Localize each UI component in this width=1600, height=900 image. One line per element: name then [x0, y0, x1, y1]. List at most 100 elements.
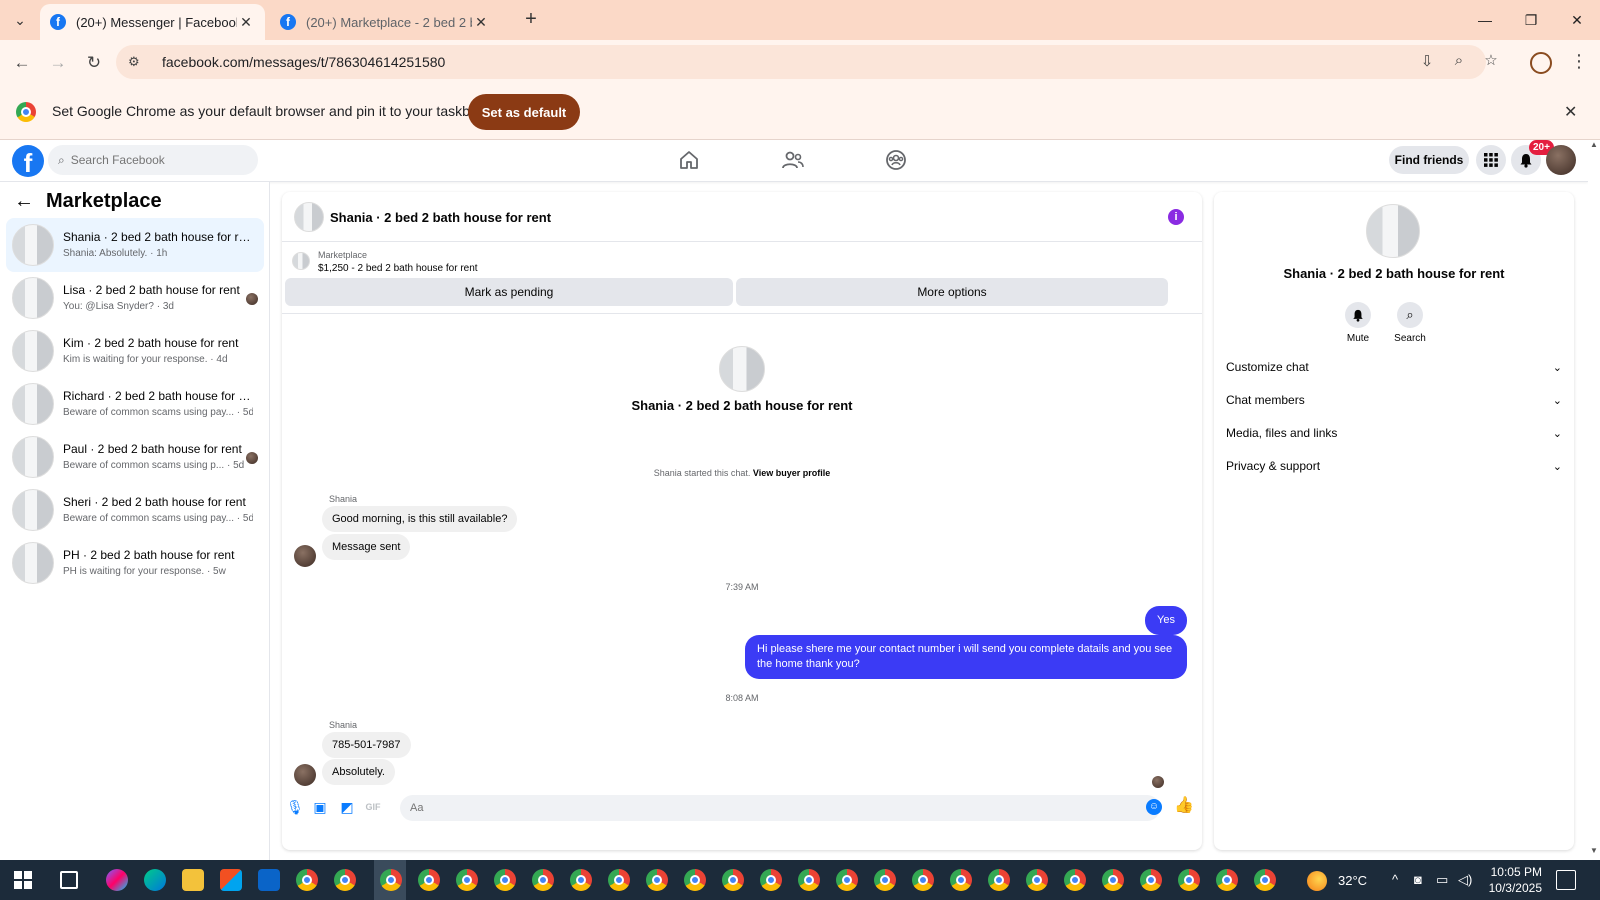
groups-icon[interactable]	[884, 148, 908, 172]
menu-grid-icon[interactable]	[1476, 145, 1506, 175]
sender-avatar[interactable]	[294, 764, 316, 786]
chrome-taskbar-icon[interactable]	[1254, 869, 1276, 891]
conversation-item[interactable]: PH · 2 bed 2 bath house for rent PH is w…	[6, 536, 264, 590]
omnibox[interactable]: ⚙ facebook.com/messages/t/78630461425158…	[116, 45, 1486, 79]
facebook-search-input[interactable]	[70, 153, 241, 167]
close-tab-icon[interactable]: ✕	[472, 14, 490, 31]
scroll-down-icon[interactable]: ▼	[1590, 846, 1598, 855]
menu-kebab-icon[interactable]: ⋮	[1570, 51, 1588, 72]
privacy-support-row[interactable]: Privacy & support ⌄	[1226, 451, 1562, 481]
notification-center-icon[interactable]	[1556, 870, 1576, 890]
conversation-item[interactable]: Kim · 2 bed 2 bath house for rent Kim is…	[6, 324, 264, 378]
forward-icon[interactable]: →	[44, 49, 72, 77]
chat-thumbnail[interactable]	[294, 202, 324, 232]
chrome-taskbar-icon[interactable]	[494, 869, 516, 891]
network-icon[interactable]: ▭	[1436, 872, 1448, 888]
outlook-icon[interactable]	[258, 869, 280, 891]
chrome-taskbar-icon[interactable]	[570, 869, 592, 891]
search-in-chat-button[interactable]: ⌕ Search	[1380, 302, 1440, 344]
chrome-taskbar-icon[interactable]	[722, 869, 744, 891]
microphone-icon[interactable]: 🎙	[286, 798, 304, 816]
chrome-taskbar-icon[interactable]	[912, 869, 934, 891]
facebook-search[interactable]: ⌕	[48, 145, 258, 175]
chrome-taskbar-icon[interactable]	[532, 869, 554, 891]
chrome-taskbar-icon[interactable]	[760, 869, 782, 891]
conversation-item[interactable]: Richard · 2 bed 2 bath house for re... B…	[6, 377, 264, 431]
chrome-taskbar-icon[interactable]	[646, 869, 668, 891]
new-tab-button[interactable]: +	[519, 8, 543, 32]
chrome-taskbar-icon[interactable]	[1140, 869, 1162, 891]
chat-title[interactable]: Shania · 2 bed 2 bath house for rent	[330, 210, 551, 225]
account-avatar[interactable]	[1546, 145, 1576, 175]
chrome-taskbar-icon[interactable]	[950, 869, 972, 891]
thumbs-up-icon[interactable]: 👍	[1174, 796, 1194, 816]
conversation-item[interactable]: Shania · 2 bed 2 bath house for rent Sha…	[6, 218, 264, 272]
chrome-taskbar-icon[interactable]	[1102, 869, 1124, 891]
chrome-taskbar-icon[interactable]	[380, 869, 402, 891]
profile-icon[interactable]	[1530, 52, 1552, 74]
chrome-taskbar-icon[interactable]	[1064, 869, 1086, 891]
chat-members-row[interactable]: Chat members ⌄	[1226, 385, 1562, 415]
chrome-taskbar-icon[interactable]	[988, 869, 1010, 891]
conversation-item[interactable]: Sheri · 2 bed 2 bath house for rent Bewa…	[6, 483, 264, 537]
facebook-logo-icon[interactable]: f	[12, 145, 44, 177]
tab-search-chevron-icon[interactable]: ⌄	[6, 6, 34, 34]
back-icon[interactable]: ←	[8, 49, 36, 77]
show-hidden-icons-chevron-icon[interactable]: ^	[1392, 872, 1398, 887]
conversation-item[interactable]: Paul · 2 bed 2 bath house for rent Bewar…	[6, 430, 264, 484]
customize-chat-row[interactable]: Customize chat ⌄	[1226, 352, 1562, 382]
more-options-button[interactable]: More options	[736, 278, 1168, 306]
install-app-icon[interactable]: ⇩	[1416, 52, 1438, 74]
windows-start-icon[interactable]	[14, 871, 32, 889]
media-files-links-row[interactable]: Media, files and links ⌄	[1226, 418, 1562, 448]
restore-icon[interactable]: ❐	[1508, 0, 1554, 40]
tab-messenger[interactable]: f (20+) Messenger | Facebook ✕	[40, 4, 265, 40]
scroll-up-icon[interactable]: ▲	[1590, 140, 1598, 149]
mute-button[interactable]: Mute	[1328, 302, 1388, 344]
zoom-icon[interactable]: ⌕	[1448, 52, 1470, 74]
bell-icon[interactable]	[1345, 302, 1371, 328]
task-view-icon[interactable]	[60, 871, 78, 889]
chrome-taskbar-icon[interactable]	[798, 869, 820, 891]
chrome-taskbar-icon[interactable]	[684, 869, 706, 891]
camera-icon[interactable]: ◙	[1414, 872, 1422, 887]
chrome-taskbar-icon[interactable]	[1178, 869, 1200, 891]
system-clock[interactable]: 10:05 PM 10/3/2025	[1482, 864, 1542, 896]
home-icon[interactable]	[677, 148, 701, 172]
find-friends-button[interactable]: Find friends	[1389, 146, 1469, 174]
set-as-default-button[interactable]: Set as default	[468, 94, 580, 130]
back-arrow-icon[interactable]: ←	[14, 190, 34, 213]
message-composer[interactable]	[400, 795, 1160, 821]
store-icon[interactable]	[220, 869, 242, 891]
volume-icon[interactable]: ◁)	[1458, 872, 1472, 888]
page-scrollbar[interactable]: ▲ ▼	[1588, 140, 1600, 860]
chrome-taskbar-icon[interactable]	[418, 869, 440, 891]
listing-price-title[interactable]: $1,250 - 2 bed 2 bath house for rent	[318, 263, 478, 274]
attach-image-icon[interactable]: ▣	[311, 798, 329, 816]
bookmark-star-icon[interactable]: ☆	[1480, 51, 1502, 73]
conversation-info-icon[interactable]: i	[1168, 209, 1184, 225]
copilot-icon[interactable]	[106, 869, 128, 891]
message-input[interactable]	[410, 802, 1110, 814]
chrome-taskbar-icon[interactable]	[296, 869, 318, 891]
sender-avatar[interactable]	[294, 545, 316, 567]
chrome-taskbar-icon[interactable]	[874, 869, 896, 891]
emoji-icon[interactable]: ☺	[1146, 799, 1162, 815]
url-text[interactable]: facebook.com/messages/t/786304614251580	[162, 54, 445, 70]
chrome-taskbar-icon[interactable]	[608, 869, 630, 891]
close-infobar-icon[interactable]: ✕	[1564, 102, 1577, 122]
edge-icon[interactable]	[144, 869, 166, 891]
gif-icon[interactable]: GIF	[364, 798, 382, 816]
chrome-taskbar-icon[interactable]	[836, 869, 858, 891]
friends-icon[interactable]	[781, 148, 805, 172]
weather-icon[interactable]	[1307, 871, 1327, 891]
listing-thumbnail[interactable]	[292, 252, 310, 270]
chrome-taskbar-icon[interactable]	[456, 869, 478, 891]
sticker-icon[interactable]: ◩	[338, 798, 356, 816]
weather-temperature[interactable]: 32°C	[1338, 873, 1367, 888]
site-info-icon[interactable]: ⚙	[128, 54, 146, 70]
close-tab-icon[interactable]: ✕	[237, 14, 255, 31]
file-explorer-icon[interactable]	[182, 869, 204, 891]
conversation-item[interactable]: Lisa · 2 bed 2 bath house for rent You: …	[6, 271, 264, 325]
tab-marketplace[interactable]: f (20+) Marketplace - 2 bed 2 bath house…	[270, 4, 500, 40]
